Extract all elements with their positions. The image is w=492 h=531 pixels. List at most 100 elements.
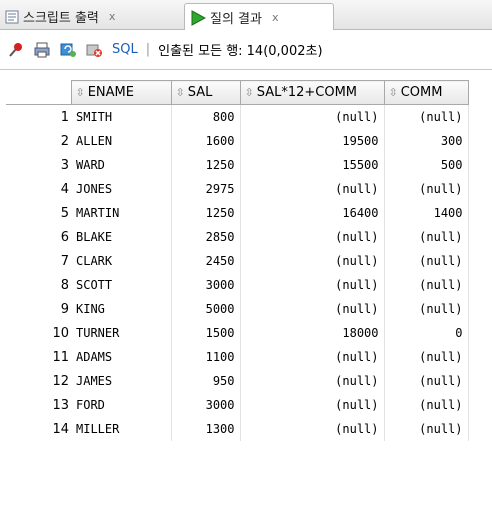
cell-comm[interactable]: (null) [384,417,469,441]
column-header-sal[interactable]: ⇳ SAL [170,80,241,105]
cell-calc[interactable]: (null) [240,225,385,249]
cell-calc[interactable]: (null) [240,177,385,201]
cell-sal[interactable]: 1500 [171,321,241,345]
print-icon[interactable] [32,40,52,60]
cell-ename[interactable]: SCOTT [71,273,172,297]
close-icon[interactable]: x [272,11,279,24]
cell-sal[interactable]: 800 [171,104,241,129]
pin-icon[interactable] [6,40,26,60]
cell-ename[interactable]: JAMES [71,369,172,393]
cell-ename[interactable]: JONES [71,177,172,201]
column-header-ename[interactable]: ⇳ ENAME [70,80,172,105]
cell-ename[interactable]: FORD [71,393,172,417]
cell-ename[interactable]: MILLER [71,417,172,441]
row-number: 11 [6,345,71,369]
row-number: 9 [6,297,71,321]
cell-ename[interactable]: ADAMS [71,345,172,369]
cell-sal[interactable]: 3000 [171,393,241,417]
sql-link[interactable]: SQL [112,42,138,57]
cell-sal[interactable]: 3000 [171,273,241,297]
table-row[interactable]: 9 KING 5000 (null) (null) [6,297,469,321]
row-number: 14 [52,421,69,437]
cell-comm[interactable]: (null) [384,345,469,369]
cell-sal[interactable]: 1250 [171,201,241,225]
refresh-icon[interactable] [58,40,78,60]
cell-sal[interactable]: 2450 [171,249,241,273]
cell-comm[interactable]: (null) [384,369,469,393]
cell-ename[interactable]: MARTIN [71,201,172,225]
cell-comm[interactable]: (null) [384,273,469,297]
tab-script-output-label: 스크립트 출력 [23,11,99,26]
cell-sal[interactable]: 1600 [171,129,241,153]
cell-comm[interactable]: (null) [384,393,469,417]
cell-ename[interactable]: CLARK [71,249,172,273]
cell-calc[interactable]: (null) [240,369,385,393]
cell-sal[interactable]: 2975 [171,177,241,201]
row-number: 7 [6,249,71,273]
table-row[interactable]: 10 TURNER 1500 18000 0 [6,321,469,345]
tab-query-result[interactable]: 질의 결과 x [184,3,334,31]
table-row[interactable]: 2 ALLEN 1600 19500 300 [6,129,469,153]
table-row[interactable]: 4 JONES 2975 (null) (null) [6,177,469,201]
column-header-comm[interactable]: ⇳ COMM [383,80,469,105]
cell-ename[interactable]: KING [71,297,172,321]
row-number: 4 [60,181,69,197]
cell-calc[interactable]: (null) [240,249,385,273]
table-row[interactable]: 8 SCOTT 3000 (null) (null) [6,273,469,297]
sort-icon[interactable]: ⇳ [389,86,398,99]
cell-calc[interactable]: (null) [240,393,385,417]
cell-calc[interactable]: (null) [240,417,385,441]
sort-icon[interactable]: ⇳ [176,86,185,99]
cell-sal[interactable]: 2850 [171,225,241,249]
cell-calc[interactable]: (null) [240,297,385,321]
table-row[interactable]: 14 MILLER 1300 (null) (null) [6,417,469,441]
cell-ename[interactable]: TURNER [71,321,172,345]
cell-ename[interactable]: ALLEN [71,129,172,153]
cell-calc[interactable]: 18000 [240,321,385,345]
cell-calc[interactable]: (null) [240,104,385,129]
cell-sal[interactable]: 950 [171,369,241,393]
table-row[interactable]: 3 WARD 1250 15500 500 [6,153,469,177]
cell-calc[interactable]: 16400 [240,201,385,225]
table-row[interactable]: 11 ADAMS 1100 (null) (null) [6,345,469,369]
cell-comm[interactable]: (null) [384,225,469,249]
table-row[interactable]: 6 BLAKE 2850 (null) (null) [6,225,469,249]
table-row[interactable]: 12 JAMES 950 (null) (null) [6,369,469,393]
cell-sal[interactable]: 5000 [171,297,241,321]
row-number: 5 [6,201,71,225]
table-row[interactable]: 7 CLARK 2450 (null) (null) [6,249,469,273]
cancel-icon[interactable] [84,40,104,60]
row-number: 8 [60,277,69,293]
cell-calc[interactable]: (null) [240,345,385,369]
tab-script-output[interactable]: 스크립트 출력 x [0,3,183,30]
cell-comm[interactable]: (null) [384,177,469,201]
cell-comm[interactable]: 1400 [384,201,469,225]
table-row[interactable]: 13 FORD 3000 (null) (null) [6,393,469,417]
cell-sal[interactable]: 1250 [171,153,241,177]
sort-icon[interactable]: ⇳ [76,86,85,99]
cell-sal[interactable]: 1300 [171,417,241,441]
cell-calc[interactable]: 15500 [240,153,385,177]
cell-sal[interactable]: 1100 [171,345,241,369]
table-row[interactable]: 5 MARTIN 1250 16400 1400 [6,201,469,225]
table-row[interactable]: 1 SMITH 800 (null) (null) [6,104,469,129]
cell-ename[interactable]: BLAKE [71,225,172,249]
row-number: 2 [60,133,69,149]
cell-comm[interactable]: 300 [384,129,469,153]
cell-calc[interactable]: 19500 [240,129,385,153]
row-number: 1 [6,104,71,129]
column-header-calc[interactable]: ⇳ SAL*12+COMM [239,80,385,105]
cell-comm[interactable]: 500 [384,153,469,177]
sort-icon[interactable]: ⇳ [245,86,254,99]
cell-ename[interactable]: SMITH [71,104,172,129]
cell-calc[interactable]: (null) [240,273,385,297]
cell-comm[interactable]: 0 [384,321,469,345]
cell-ename[interactable]: WARD [71,153,172,177]
cell-comm[interactable]: (null) [384,249,469,273]
close-icon[interactable]: x [109,10,116,23]
script-output-icon [5,10,19,23]
cell-comm[interactable]: (null) [384,104,469,129]
cell-comm[interactable]: (null) [384,297,469,321]
column-header-label: SAL*12+COMM [256,85,358,100]
tab-strip: 스크립트 출력 x 질의 결과 x [0,0,492,31]
